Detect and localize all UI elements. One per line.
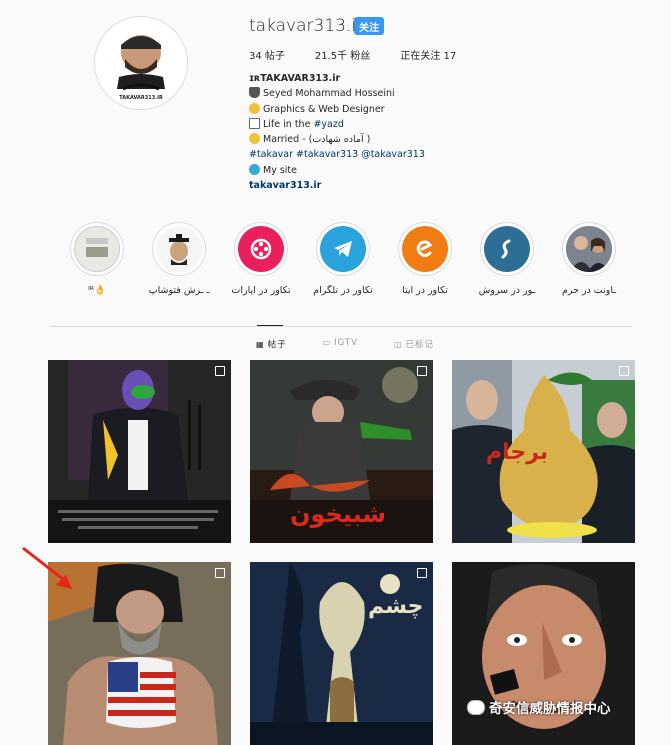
post-thumbnail[interactable]: چشم [250, 562, 433, 745]
post-caption: برجام [486, 440, 549, 465]
igtv-icon: ▭ [322, 338, 332, 347]
highlight-thumbnail [74, 226, 120, 272]
active-tab-indicator [257, 325, 283, 326]
highlight-item[interactable]: ᴵᴿ👌 [60, 222, 134, 296]
highlight-thumbnail [566, 226, 612, 272]
bio-tags-link[interactable]: #takavar #takavar313 @takavar313 [249, 147, 425, 162]
eitaa-icon [402, 226, 448, 272]
post-thumbnail[interactable]: شبیخون [250, 360, 433, 543]
multi-post-icon [417, 568, 427, 578]
highlight-item[interactable]: تکاور در تلگرام [306, 222, 380, 296]
highlight-item[interactable]: ـور در سروش [470, 222, 544, 296]
profile-username: takavar313.ir [249, 16, 364, 36]
profile-tabs: ▦ 帖子 ▭ IGTV ◫ 已标记 [256, 338, 434, 350]
artist-icon [249, 102, 260, 114]
soroush-icon [484, 226, 530, 272]
multi-post-icon [417, 366, 427, 376]
tab-tagged[interactable]: ◫ 已标记 [394, 338, 434, 350]
bio-status: Married - (آماده شهادت ) [249, 132, 425, 147]
highlight-label: ـ ـزش فتوشاپ [148, 285, 210, 296]
following-count[interactable]: 正在关注 17 [400, 47, 456, 62]
profile-stats: 34 帖子 21.5千 粉丝 正在关注 17 [249, 47, 456, 62]
highlight-label: ـاونت در جرم [561, 285, 617, 296]
grid-icon: ▦ [256, 340, 265, 349]
red-arrow-icon [22, 546, 72, 589]
watermark: 奇安信威胁情报中心 [467, 697, 611, 717]
wechat-icon [467, 699, 485, 715]
multi-post-icon [215, 568, 225, 578]
highlight-item[interactable]: تکاور در ایتا [388, 222, 462, 296]
tag-icon: ◫ [393, 340, 403, 349]
telegram-icon [320, 226, 366, 272]
highlight-label: ـور در سروش [478, 285, 536, 296]
ring-icon [249, 133, 260, 145]
post-thumbnail[interactable]: برجام [452, 360, 635, 543]
post-caption: شبیخون [290, 500, 387, 528]
highlight-label: ᴵᴿ👌 [88, 285, 106, 296]
story-highlights: ᴵᴿ👌 ـ ـزش فتوشاپ تکاور در آپارات تکاور د… [60, 222, 630, 302]
bio-location: Life in the #yazd [249, 117, 425, 132]
location-hashtag-link[interactable]: #yazd [313, 119, 343, 130]
watermark-text: 奇安信威胁情报中心 [489, 701, 611, 717]
profile-avatar[interactable]: TAKAVAR313.IR [94, 16, 188, 110]
post-thumbnail[interactable] [48, 360, 231, 543]
highlight-item[interactable]: ـاونت در جرم [552, 222, 626, 296]
post-thumbnail[interactable] [452, 562, 635, 745]
bio-site: My site [249, 163, 425, 178]
profile-bio: ɪʀTAKAVAR313.ir Seyed Mohammad Hosseini … [249, 71, 425, 193]
highlight-thumbnail [156, 226, 202, 272]
posts-count[interactable]: 34 帖子 [249, 47, 285, 62]
multi-post-icon [619, 366, 629, 376]
post-caption: چشم [368, 594, 424, 619]
person-icon [249, 87, 260, 99]
follow-button[interactable]: 关注 [354, 17, 384, 35]
house-icon [249, 117, 260, 129]
highlight-item[interactable]: تکاور در آپارات [224, 222, 298, 296]
highlight-item[interactable]: ـ ـزش فتوشاپ [142, 222, 216, 296]
aparat-icon [238, 226, 284, 272]
multi-post-icon [215, 366, 225, 376]
highlight-label: تکاور در آپارات [231, 285, 291, 296]
bio-job: Graphics & Web Designer [249, 102, 425, 117]
bio-name: ɪʀTAKAVAR313.ir [249, 73, 341, 84]
avatar-caption: TAKAVAR313.IR [119, 95, 163, 101]
highlight-label: تکاور در ایتا [402, 285, 448, 296]
tabs-divider [50, 326, 632, 327]
tab-igtv[interactable]: ▭ IGTV [323, 338, 358, 350]
website-link[interactable]: takavar313.ir [249, 178, 425, 193]
bio-full-name: Seyed Mohammad Hosseini [249, 86, 425, 101]
followers-count[interactable]: 21.5千 粉丝 [315, 47, 370, 62]
highlight-label: تکاور در تلگرام [313, 285, 373, 296]
tab-posts[interactable]: ▦ 帖子 [256, 338, 287, 350]
globe-icon [249, 163, 260, 175]
